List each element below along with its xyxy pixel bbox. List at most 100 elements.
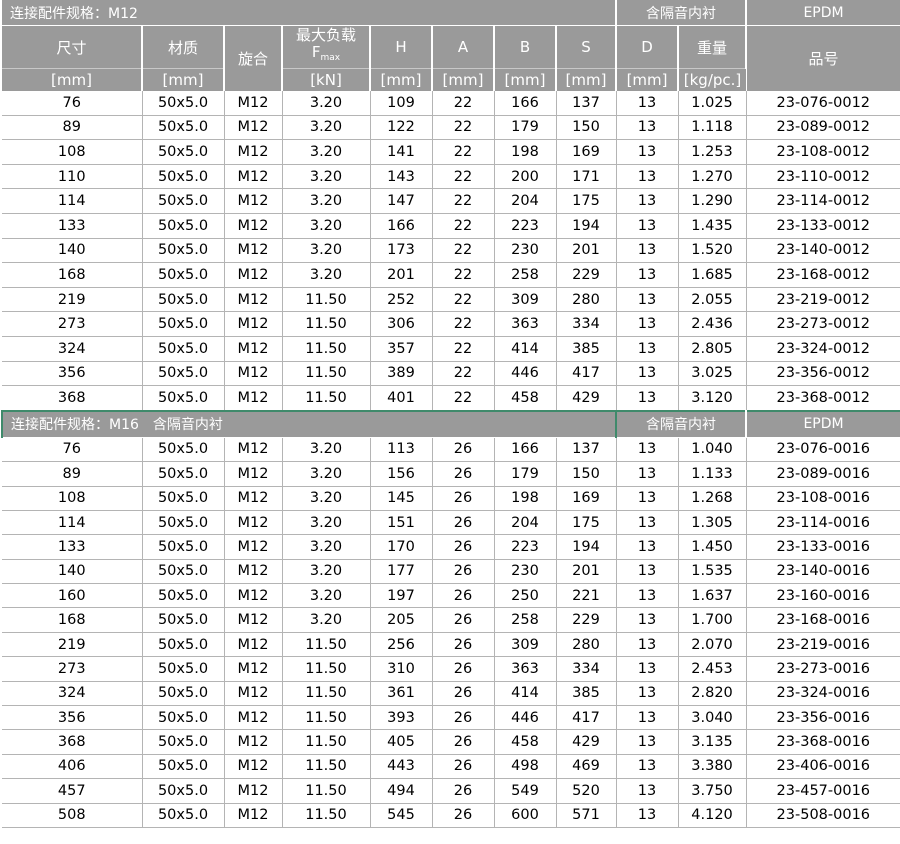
table-row: 273 50x5.0 M12 11.50 310 26 363 334 13 2.453 23-27…	[2, 656, 900, 682]
table-row: 219 50x5.0 M12 11.50 256 26 309 280 13 2.070 23-21…	[2, 632, 900, 658]
spec-table: 连接配件规格：M12 含隔音内衬 EPDM 尺寸 材质 旋合 最大负载 Fmax…	[0, 0, 900, 828]
section2-header: 连接配件规格：M16 含隔音内衬 含隔音内衬 EPDM	[0, 409, 900, 438]
table-cell: 13	[616, 729, 679, 755]
unit-a: [mm]	[432, 68, 495, 91]
table-cell: 3.750	[678, 778, 747, 804]
table-cell: 357	[370, 336, 433, 362]
table-cell: 137	[556, 91, 617, 116]
table-cell: 26	[432, 632, 495, 658]
table-cell: 89	[2, 115, 143, 141]
table-cell: M12	[224, 115, 283, 141]
table-cell: 494	[370, 778, 433, 804]
table-cell: 150	[556, 115, 617, 141]
table-cell: 166	[494, 437, 557, 463]
table-cell: M12	[224, 461, 283, 487]
table-cell: 197	[370, 583, 433, 609]
table-row: 160 50x5.0 M12 3.20 197 26 250 221 13 1.637 23-160…	[2, 583, 900, 609]
table-cell: 363	[494, 311, 557, 337]
table-cell: 13	[616, 115, 679, 141]
table-cell: 11.50	[282, 681, 371, 707]
table-cell: 147	[370, 188, 433, 214]
table-cell: 508	[2, 803, 143, 828]
table-cell: 334	[556, 311, 617, 337]
table-cell: 361	[370, 681, 433, 707]
table-cell: 11.50	[282, 361, 371, 387]
table-cell: M12	[224, 164, 283, 190]
table-cell: 110	[2, 164, 143, 190]
table-cell: M12	[224, 437, 283, 463]
table-cell: 150	[556, 461, 617, 487]
table-cell: 50x5.0	[142, 583, 225, 609]
table-cell: 143	[370, 164, 433, 190]
table-cell: 223	[494, 534, 557, 560]
table-cell: 22	[432, 139, 495, 165]
table-cell: 324	[2, 681, 143, 707]
table-cell: 22	[432, 115, 495, 141]
table-cell: 133	[2, 534, 143, 560]
table-row: 114 50x5.0 M12 3.20 147 22 204 175 13 1.290 23-114…	[2, 188, 900, 214]
table-cell: 13	[616, 583, 679, 609]
table-cell: M12	[224, 385, 283, 412]
table-cell: 13	[616, 681, 679, 707]
table-cell: 3.20	[282, 164, 371, 190]
table-cell: 2.820	[678, 681, 747, 707]
table-cell: 50x5.0	[142, 91, 225, 116]
unit-b: [mm]	[494, 68, 557, 91]
table-cell: 310	[370, 656, 433, 682]
table-cell: 23-273-0016	[746, 656, 900, 682]
table-cell: 204	[494, 510, 557, 536]
table-cell: 368	[2, 385, 143, 412]
table-cell: 2.453	[678, 656, 747, 682]
section1-header: 连接配件规格：M12 含隔音内衬 EPDM	[2, 0, 900, 26]
table-cell: 1.520	[678, 238, 747, 264]
table-cell: 1.270	[678, 164, 747, 190]
table-cell: 171	[556, 164, 617, 190]
table-cell: 23-324-0016	[746, 681, 900, 707]
table-row: 110 50x5.0 M12 3.20 143 22 200 171 13 1.270 23-110…	[2, 164, 900, 190]
col-load-line2: Fmax	[283, 44, 368, 67]
table-cell: 13	[616, 632, 679, 658]
table-cell: 23-140-0012	[746, 238, 900, 264]
table-row: 324 50x5.0 M12 11.50 357 22 414 385 13 2.805 23-32…	[2, 336, 900, 362]
table-cell: 429	[556, 729, 617, 755]
table-cell: 11.50	[282, 632, 371, 658]
col-load-line1: 最大负载	[295, 26, 356, 44]
table-cell: 50x5.0	[142, 461, 225, 487]
table-cell: 258	[494, 262, 557, 288]
table-cell: 2.805	[678, 336, 747, 362]
table-cell: 13	[616, 188, 679, 214]
table-cell: 309	[494, 632, 557, 658]
table-cell: 3.20	[282, 262, 371, 288]
col-thread: 旋合	[224, 25, 283, 91]
table-row: 76 50x5.0 M12 3.20 109 22 166 137 13 1.025 23-076-…	[2, 91, 900, 116]
table-cell: M12	[224, 486, 283, 511]
table-cell: 446	[494, 705, 557, 731]
table-cell: M12	[224, 656, 283, 682]
table-cell: 26	[432, 461, 495, 487]
table-cell: 50x5.0	[142, 510, 225, 536]
table-cell: 22	[432, 238, 495, 264]
table-cell: 50x5.0	[142, 534, 225, 560]
table-cell: 223	[494, 213, 557, 239]
table-row: 133 50x5.0 M12 3.20 170 26 223 194 13 1.450 23-133…	[2, 534, 900, 560]
table-cell: 23-368-0012	[746, 385, 900, 412]
table-cell: 1.700	[678, 607, 747, 633]
col-load: 最大负载 Fmax	[282, 25, 371, 69]
table-cell: M12	[224, 583, 283, 609]
table-cell: 114	[2, 188, 143, 214]
col-size: 尺寸	[2, 25, 143, 69]
table-cell: 23-160-0016	[746, 583, 900, 609]
table-cell: 13	[616, 534, 679, 560]
table-cell: 1.268	[678, 486, 747, 511]
table-cell: 252	[370, 287, 433, 313]
table-row: 108 50x5.0 M12 3.20 145 26 198 169 13 1.268 23-108…	[2, 486, 900, 511]
table-cell: 26	[432, 681, 495, 707]
table-row: 133 50x5.0 M12 3.20 166 22 223 194 13 1.435 23-133…	[2, 213, 900, 239]
table-cell: 13	[616, 705, 679, 731]
table-cell: 175	[556, 510, 617, 536]
unit-size: [mm]	[2, 68, 143, 91]
table-cell: 3.20	[282, 213, 371, 239]
table-cell: 50x5.0	[142, 115, 225, 141]
table-cell: 175	[556, 188, 617, 214]
table-cell: 1.685	[678, 262, 747, 288]
